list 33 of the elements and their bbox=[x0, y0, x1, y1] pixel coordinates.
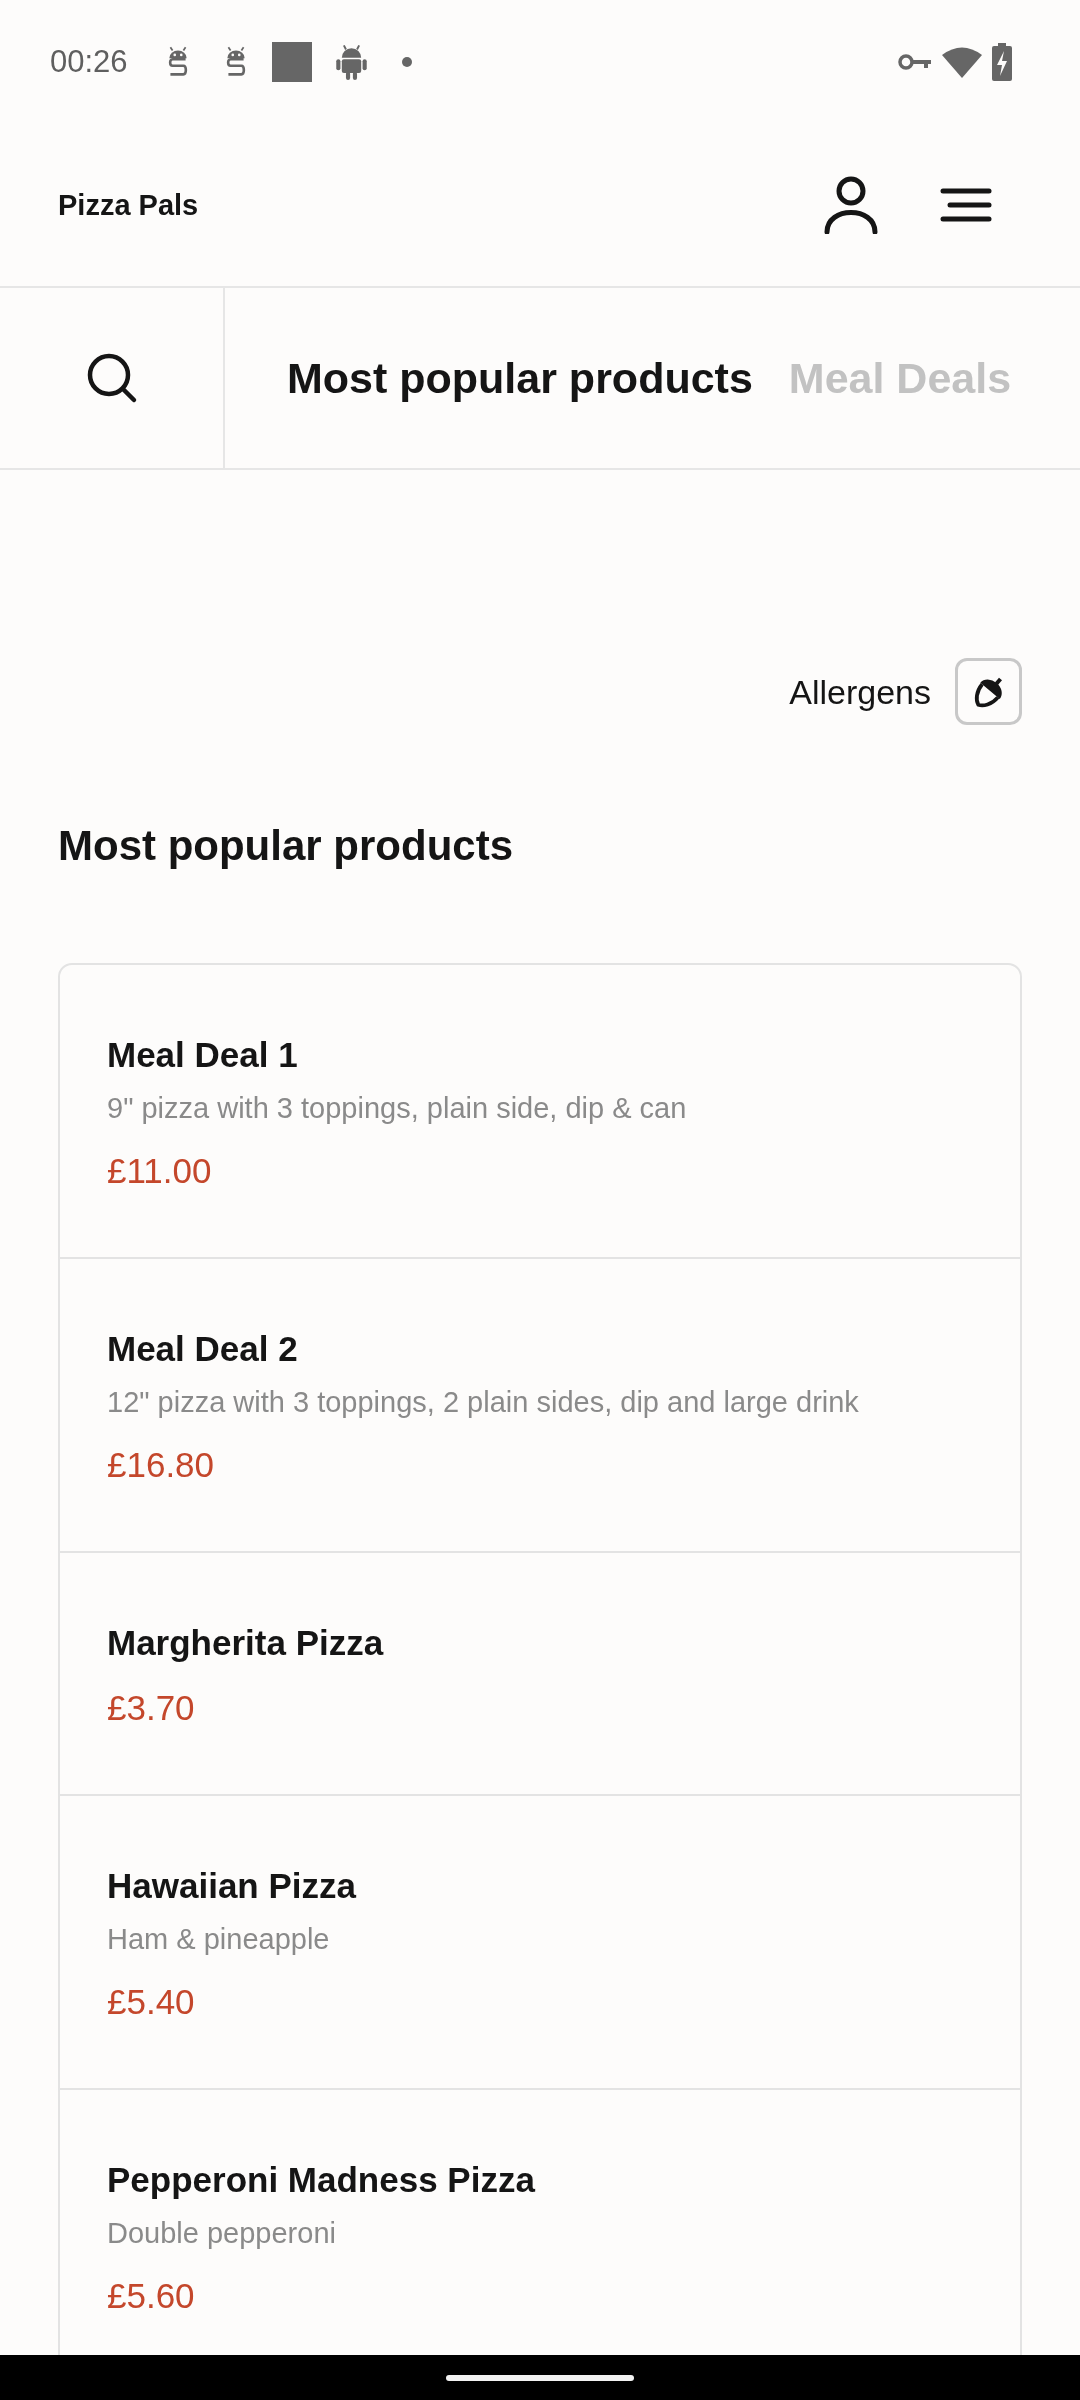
product-price: £3.70 bbox=[107, 1687, 196, 1729]
wifi-icon bbox=[942, 46, 982, 78]
product-description: Ham & pineapple bbox=[107, 1922, 331, 1957]
product-item[interactable]: Hawaiian Pizza Ham & pineapple £5.40 bbox=[60, 1794, 1020, 2088]
allergens-button[interactable] bbox=[955, 658, 1022, 725]
key-icon bbox=[898, 53, 932, 71]
product-item[interactable]: Margherita Pizza £3.70 bbox=[60, 1551, 1020, 1794]
search-icon bbox=[85, 352, 138, 404]
product-description: Double pepperoni bbox=[107, 2216, 337, 2251]
battery-charging-icon bbox=[992, 43, 1012, 81]
product-description: 9" pizza with 3 toppings, plain side, dip & can bbox=[107, 1091, 688, 1126]
product-name: Pepperoni Madness Pizza bbox=[107, 2159, 537, 2201]
home-handle[interactable] bbox=[446, 2374, 634, 2381]
allergens-label: Allergens bbox=[789, 671, 931, 712]
product-price: £11.00 bbox=[107, 1150, 213, 1192]
product-name: Meal Deal 1 bbox=[107, 1034, 299, 1076]
product-name: Hawaiian Pizza bbox=[107, 1865, 358, 1907]
product-item[interactable]: Meal Deal 1 9" pizza with 3 toppings, plain side, dip & can £11.00 bbox=[60, 965, 1020, 1257]
square-icon bbox=[271, 42, 312, 82]
product-name: Margherita Pizza bbox=[107, 1622, 385, 1664]
product-name: Meal Deal 2 bbox=[107, 1328, 299, 1370]
app-title: Pizza Pals bbox=[58, 188, 199, 223]
product-price: £5.60 bbox=[107, 2275, 196, 2317]
product-item[interactable]: Meal Deal 2 12" pizza with 3 toppings, 2 plain sides, dip and large drink £16.80 bbox=[60, 1257, 1020, 1551]
product-price: £16.80 bbox=[107, 1444, 216, 1486]
robot-icon bbox=[333, 44, 369, 80]
product-description: 12" pizza with 3 toppings, 2 plain sides, dip and large drink bbox=[107, 1385, 860, 1420]
category-tab[interactable]: Most popular products bbox=[287, 352, 753, 404]
person-icon bbox=[824, 176, 878, 234]
section-title: Most popular products bbox=[58, 821, 514, 871]
menu-icon bbox=[940, 187, 992, 223]
status-time: 00:26 bbox=[50, 44, 128, 80]
product-price: £5.40 bbox=[107, 1981, 196, 2023]
